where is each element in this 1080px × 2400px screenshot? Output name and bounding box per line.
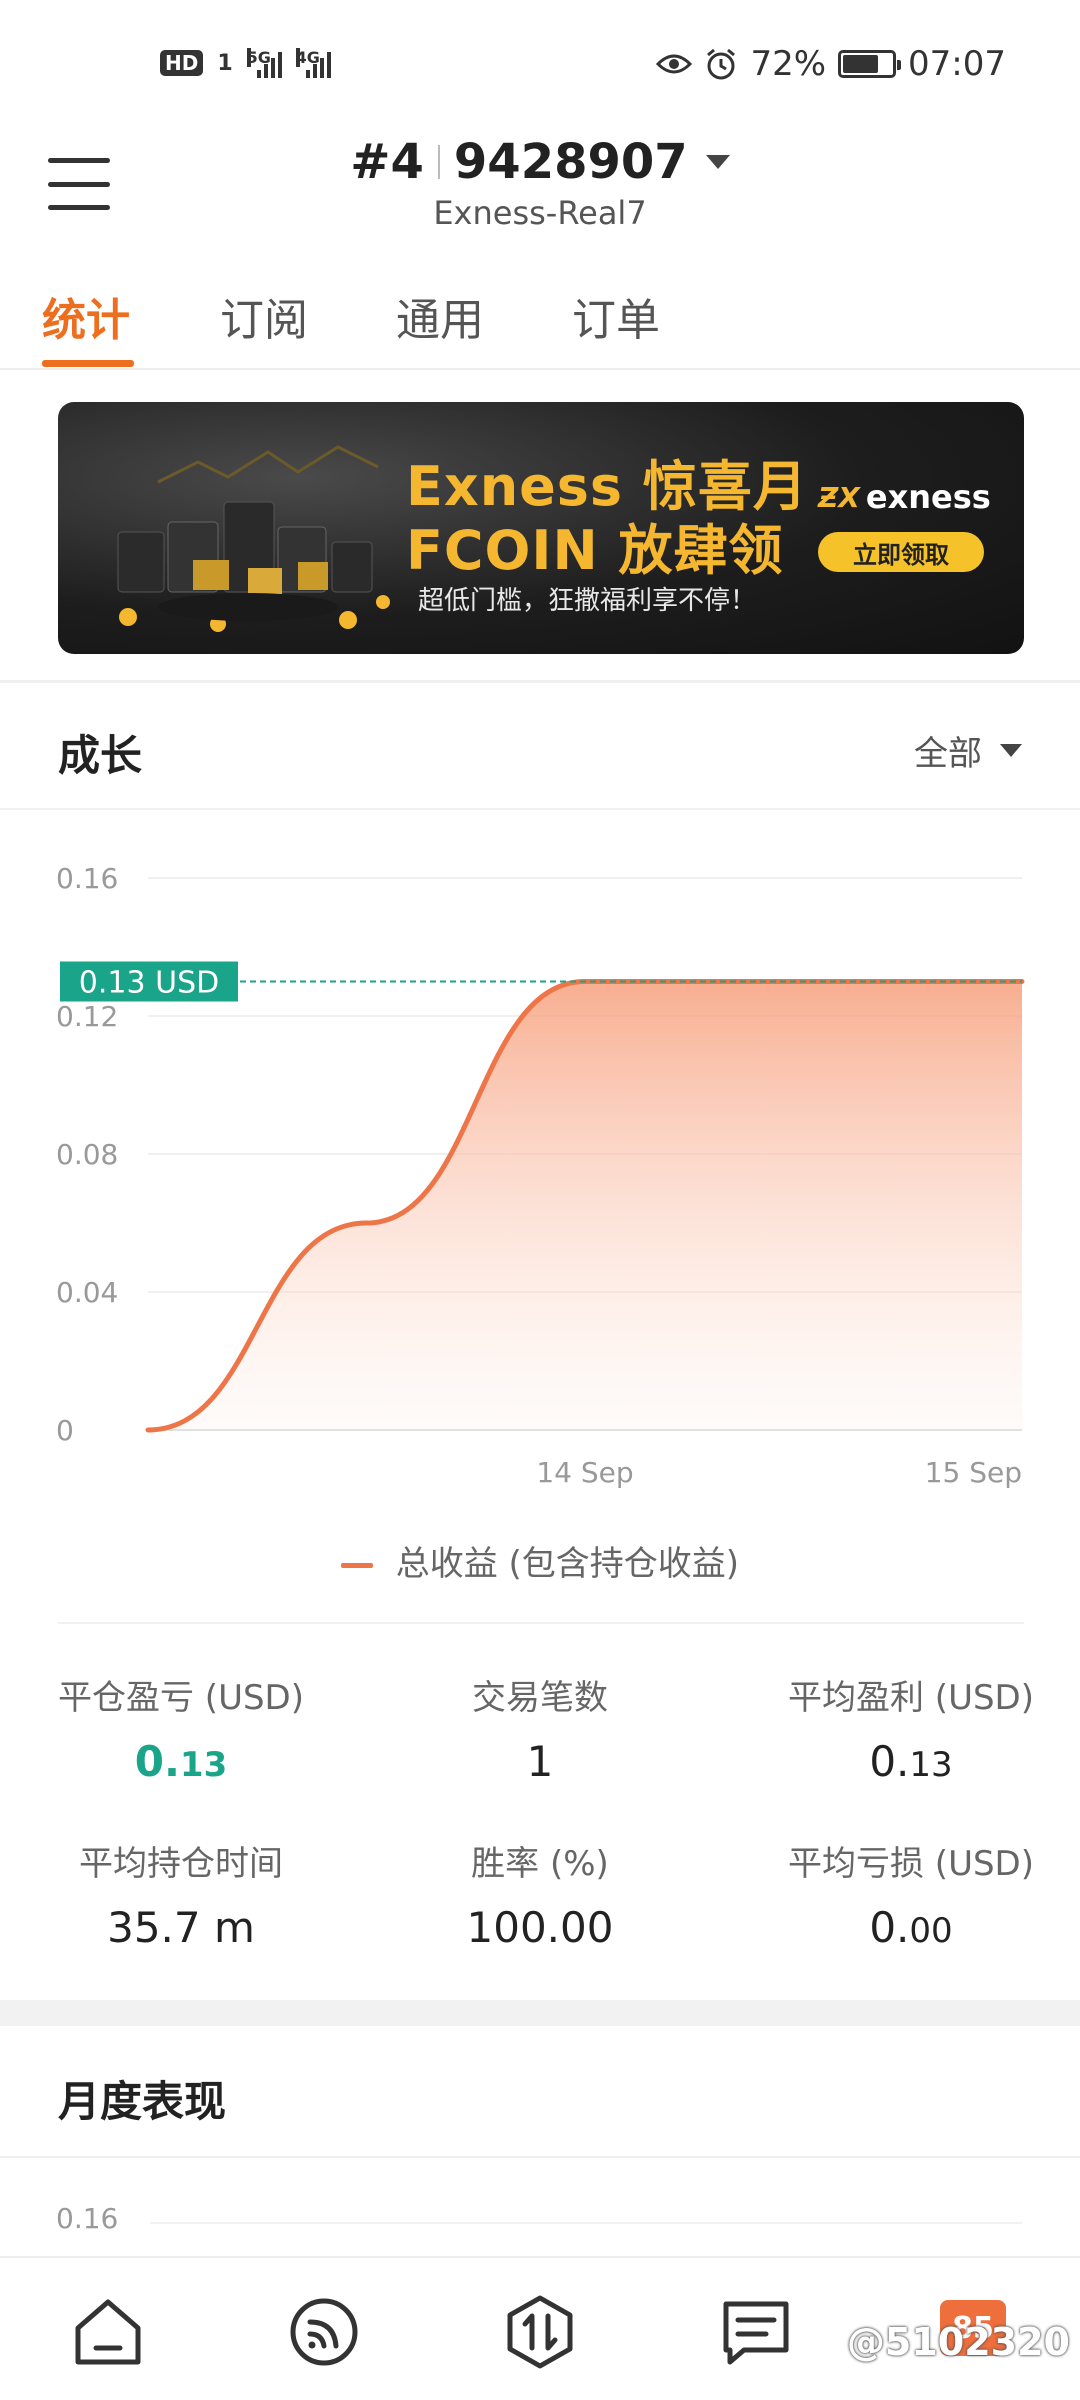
battery-icon [838, 50, 902, 78]
legend-swatch [340, 1563, 373, 1568]
account-prefix: #4 [350, 134, 424, 190]
clock: 07:07 [908, 44, 1006, 84]
banner-title-line2: FCOIN 放肆领 [406, 519, 784, 582]
stat-average-profit: 平均盈利 (USD) 0.13 [756, 1670, 1066, 1786]
monthly-performance-title: 月度表现 [58, 2077, 227, 2126]
legend-label: 总收益 (包含持仓收益) [395, 1544, 740, 1584]
account-line[interactable]: #4 9428907 [350, 134, 730, 190]
message-icon[interactable] [718, 2294, 794, 2370]
signal-5g-icon: 5G [246, 48, 282, 78]
y-tick-label: 0.12 [56, 1000, 118, 1033]
network-indicators: HD 1 5G 4G [160, 48, 331, 78]
x-tick-label: 14 Sep [536, 1456, 633, 1489]
stat-average-hold-time: 平均持仓时间 35.7 m [38, 1836, 324, 1952]
stat-average-loss: 平均亏损 (USD) 0.00 [756, 1836, 1066, 1952]
section-divider [0, 680, 1080, 683]
sim-number: 1 [217, 50, 233, 76]
trade-icon[interactable] [502, 2294, 578, 2370]
tab-subscriptions[interactable]: 订阅 [220, 284, 308, 348]
current-value-label: 0.13 USD [79, 966, 219, 1001]
chevron-down-icon [1000, 744, 1022, 757]
chart-legend: 总收益 (包含持仓收益) [0, 1536, 1080, 1585]
stat-value: 1 [526, 1737, 554, 1786]
stat-label: 平仓盈亏 (USD) [58, 1678, 304, 1718]
stat-label: 平均盈利 (USD) [788, 1678, 1034, 1718]
section-divider [58, 1622, 1024, 1624]
menu-icon[interactable] [48, 154, 110, 214]
header: #4 9428907 Exness-Real7 [0, 130, 1080, 250]
account-selector[interactable]: #4 9428907 Exness-Real7 [0, 130, 1080, 232]
period-filter[interactable]: 全部 [914, 726, 1022, 775]
gridline [150, 2222, 1022, 2224]
exness-logo-mark: ƵX [818, 480, 860, 514]
chevron-down-icon[interactable] [705, 155, 730, 169]
section-gap [0, 2000, 1080, 2026]
bottom-navigation: 85 @5102320 [0, 2256, 1080, 2400]
gift-bags-illustration [117, 445, 390, 632]
home-icon[interactable] [70, 2294, 146, 2370]
growth-title: 成长 [58, 731, 143, 780]
status-bar: HD 1 5G 4G 72% 07:07 [0, 0, 1080, 130]
tab-statistics[interactable]: 统计 [42, 284, 130, 348]
battery-percent: 72% [750, 44, 827, 84]
banner-subtitle: 超低门槛，狂撒福利享不停！ [418, 586, 757, 616]
stat-label: 平均亏损 (USD) [788, 1844, 1034, 1884]
signal-4g-icon: 4G [295, 48, 331, 78]
tab-orders[interactable]: 订单 [572, 284, 660, 348]
x-tick-label: 15 Sep [925, 1456, 1022, 1489]
y-tick-label: 0 [56, 1414, 74, 1447]
stat-label: 平均持仓时间 [79, 1844, 283, 1884]
y-tick-label: 0.04 [56, 1276, 118, 1309]
exness-logo-text: exness [865, 478, 991, 516]
promo-banner[interactable]: Exness 惊喜月 FCOIN 放肆领 超低门槛，狂撒福利享不停！ ƵX ex… [58, 402, 1024, 654]
claim-now-button[interactable]: 立即领取 [818, 532, 984, 572]
tab-general[interactable]: 通用 [396, 284, 484, 348]
growth-chart: 0.16 0.12 0.08 0.04 0 14 Sep 15 Sep 0.13 USD [56, 862, 1025, 1489]
stat-value: 0.00 [869, 1903, 953, 1952]
monthly-y-tick: 0.16 [56, 2202, 119, 2235]
account-number: 9428907 [453, 134, 688, 190]
active-tab-indicator [42, 360, 134, 367]
stat-trade-count: 交易笔数 1 [398, 1670, 682, 1786]
y-tick-label: 0.16 [56, 862, 118, 895]
stat-value: 0.13 [869, 1737, 953, 1786]
stat-win-rate: 胜率 (%) 100.00 [398, 1836, 682, 1952]
period-filter-label: 全部 [914, 734, 982, 774]
stat-label: 胜率 (%) [471, 1844, 609, 1884]
stat-closed-pnl: 平仓盈亏 (USD) 0.13 [38, 1670, 324, 1786]
eye-icon [656, 54, 693, 74]
section-divider [0, 2156, 1080, 2158]
watermark: @5102320 [846, 2320, 1070, 2364]
signal-icon[interactable] [286, 2294, 362, 2370]
series-area [148, 981, 1022, 1430]
account-server: Exness-Real7 [433, 194, 647, 232]
exness-logo: ƵX exness [818, 478, 991, 516]
stat-value: 35.7 m [107, 1903, 255, 1952]
stat-value: 0.13 [134, 1737, 228, 1786]
battery-level [843, 55, 878, 73]
y-tick-label: 0.08 [56, 1138, 118, 1171]
account-separator [437, 145, 440, 179]
stat-value: 100.00 [466, 1903, 614, 1952]
hd-badge: HD [160, 50, 204, 76]
stat-label: 交易笔数 [472, 1678, 608, 1718]
status-right: 72% 07:07 [656, 44, 1006, 84]
section-divider [0, 808, 1080, 810]
alarm-icon [707, 48, 736, 80]
tab-bar: 统计 订阅 通用 订单 [0, 270, 1080, 370]
